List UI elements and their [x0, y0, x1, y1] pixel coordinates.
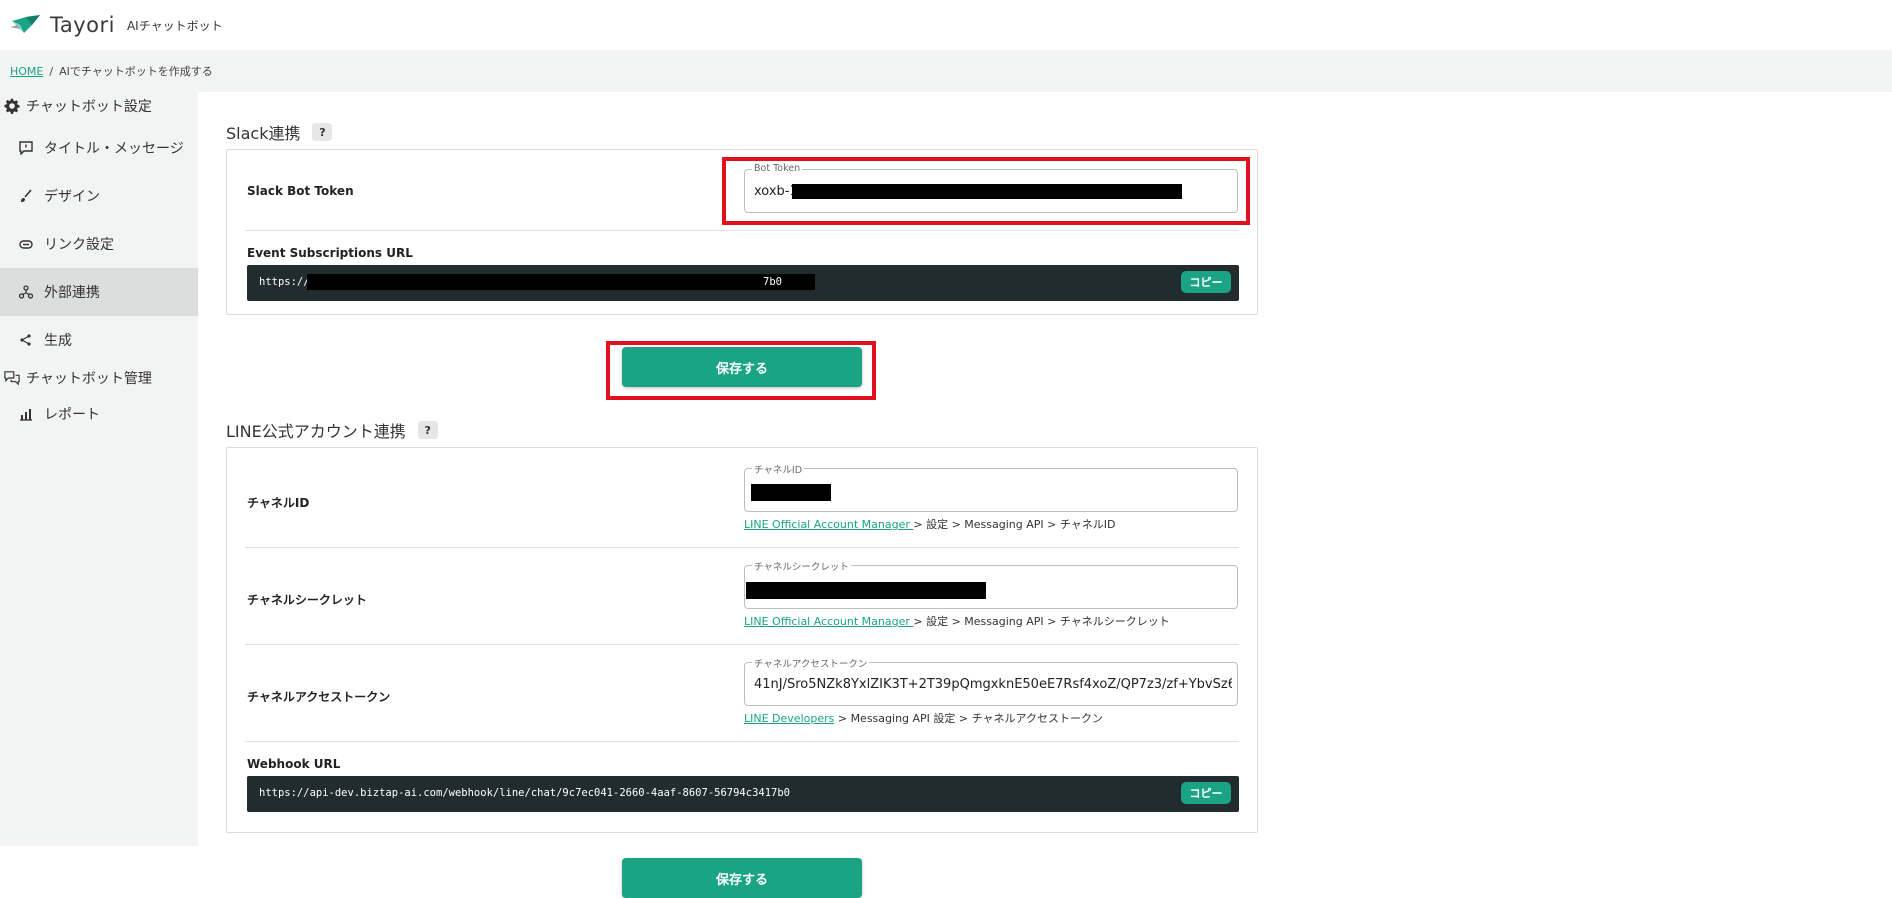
- link-icon: [18, 236, 34, 252]
- sidebar-section-settings-label: チャットボット設定: [26, 99, 152, 115]
- sidebar-item-label: 生成: [44, 333, 72, 349]
- breadcrumb-home-link[interactable]: HOME: [10, 65, 43, 78]
- line-save-button[interactable]: 保存する: [622, 858, 862, 898]
- webhook-url-copy-button[interactable]: コピー: [1181, 782, 1231, 804]
- divider: [245, 741, 1239, 742]
- line-official-account-manager-link[interactable]: LINE Official Account Manager: [744, 518, 913, 531]
- event-subscriptions-label: Event Subscriptions URL: [247, 246, 413, 260]
- divider: [245, 547, 1239, 548]
- channel-id-field[interactable]: チャネルID: [744, 462, 1238, 512]
- channel-id-hint: LINE Official Account Manager > 設定 > Mes…: [744, 516, 1115, 532]
- breadcrumb: HOME / AIでチャットボットを作成する: [0, 50, 1892, 92]
- channel-access-token-value: 41nJ/Sro5NZk8YxlZIK3T+2T39pQmgxknE50eE7R…: [754, 677, 1232, 692]
- line-official-account-manager-link[interactable]: LINE Official Account Manager: [744, 615, 913, 628]
- line-section-title: LINE公式アカウント連携 ?: [226, 418, 438, 442]
- sidebar-section-manage-label: チャットボット管理: [26, 371, 152, 387]
- channel-access-token-field[interactable]: チャネルアクセストークン 41nJ/Sro5NZk8YxlZIK3T+2T39p…: [744, 656, 1238, 706]
- channel-access-token-label: チャネルアクセストークン: [247, 690, 391, 704]
- slack-section-title: Slack連携 ?: [226, 120, 333, 144]
- slack-token-label: Slack Bot Token: [247, 184, 354, 198]
- line-title-text: LINE公式アカウント連携: [226, 422, 406, 441]
- sidebar-item-label: タイトル・メッセージ: [44, 141, 184, 157]
- hint-path: > Messaging API 設定 > チャネルアクセストークン: [834, 712, 1103, 725]
- logo-text: Tayori: [50, 13, 115, 37]
- sidebar-item-design[interactable]: デザイン: [0, 172, 198, 220]
- webhook-url-label: Webhook URL: [247, 757, 341, 771]
- product-name: AIチャットボット: [126, 18, 223, 33]
- sidebar-item-label: リンク設定: [44, 237, 114, 253]
- channel-access-token-hint: LINE Developers > Messaging API 設定 > チャネ…: [744, 710, 1103, 726]
- sidebar-item-label: デザイン: [44, 189, 100, 205]
- sidebar-item-label: 外部連携: [44, 285, 100, 301]
- sidebar-item-external-integration[interactable]: 外部連携: [0, 268, 198, 316]
- slack-title-text: Slack連携: [226, 124, 301, 143]
- channel-secret-legend: チャネルシークレット: [752, 559, 851, 573]
- webhook-url-box: https://api-dev.biztap-ai.com/webhook/li…: [247, 776, 1239, 812]
- sidebar-item-label: レポート: [44, 407, 100, 423]
- sidebar-section-settings: チャットボット設定: [0, 92, 198, 120]
- logo-bird-icon: [10, 15, 40, 33]
- main-content: Slack連携 ? Slack Bot Token Bot Token xoxb…: [198, 92, 1892, 898]
- channel-id-legend: チャネルID: [752, 462, 805, 476]
- channel-secret-field[interactable]: チャネルシークレット: [744, 559, 1238, 609]
- sidebar-section-manage: チャットボット管理: [0, 364, 198, 392]
- hint-path: > 設定 > Messaging API > チャネルID: [913, 518, 1116, 531]
- channel-secret-label: チャネルシークレット: [247, 593, 367, 607]
- slack-help-button[interactable]: ?: [312, 123, 333, 141]
- brush-icon: [18, 188, 34, 204]
- event-url-prefix: https://: [259, 276, 310, 288]
- hint-path: > 設定 > Messaging API > チャネルシークレット: [913, 615, 1170, 628]
- network-icon: [18, 284, 34, 300]
- webhook-url-text: https://api-dev.biztap-ai.com/webhook/li…: [259, 787, 791, 799]
- redaction-bar: [751, 484, 831, 501]
- message-icon: [18, 140, 34, 156]
- breadcrumb-current: AIでチャットボットを作成する: [59, 65, 213, 78]
- redaction-bar: [746, 582, 986, 599]
- breadcrumb-separator: /: [49, 64, 54, 78]
- app-header: Tayori AIチャットボット: [0, 0, 1892, 50]
- event-url-copy-button[interactable]: コピー: [1181, 271, 1231, 293]
- share-icon: [18, 332, 34, 348]
- event-url-suffix: 7b0: [763, 276, 782, 288]
- line-developers-link[interactable]: LINE Developers: [744, 712, 834, 725]
- sidebar: チャットボット設定 タイトル・メッセージ デザイン リンク設定 外部連携 生成: [0, 92, 198, 846]
- gear-icon: [4, 98, 20, 114]
- sidebar-item-link-settings[interactable]: リンク設定: [0, 220, 198, 268]
- chat-bubbles-icon: [4, 370, 20, 386]
- redaction-bar: [307, 274, 815, 290]
- highlight-box-save: [606, 341, 876, 400]
- line-card: チャネルID チャネルID LINE Official Account Mana…: [226, 447, 1258, 833]
- channel-secret-hint: LINE Official Account Manager > 設定 > Mes…: [744, 613, 1170, 629]
- chart-icon: [18, 406, 34, 422]
- logo[interactable]: Tayori: [10, 13, 115, 37]
- sidebar-item-generate[interactable]: 生成: [0, 316, 198, 364]
- divider: [245, 644, 1239, 645]
- channel-id-label: チャネルID: [247, 496, 310, 510]
- sidebar-item-title-message[interactable]: タイトル・メッセージ: [0, 124, 198, 172]
- channel-access-token-legend: チャネルアクセストークン: [752, 656, 870, 670]
- divider: [245, 230, 1239, 231]
- event-subscriptions-url-box: https:// 7b0 コピー: [247, 265, 1239, 301]
- sidebar-item-report[interactable]: レポート: [0, 392, 198, 436]
- highlight-box-bot-token: [722, 157, 1250, 225]
- line-help-button[interactable]: ?: [417, 421, 438, 439]
